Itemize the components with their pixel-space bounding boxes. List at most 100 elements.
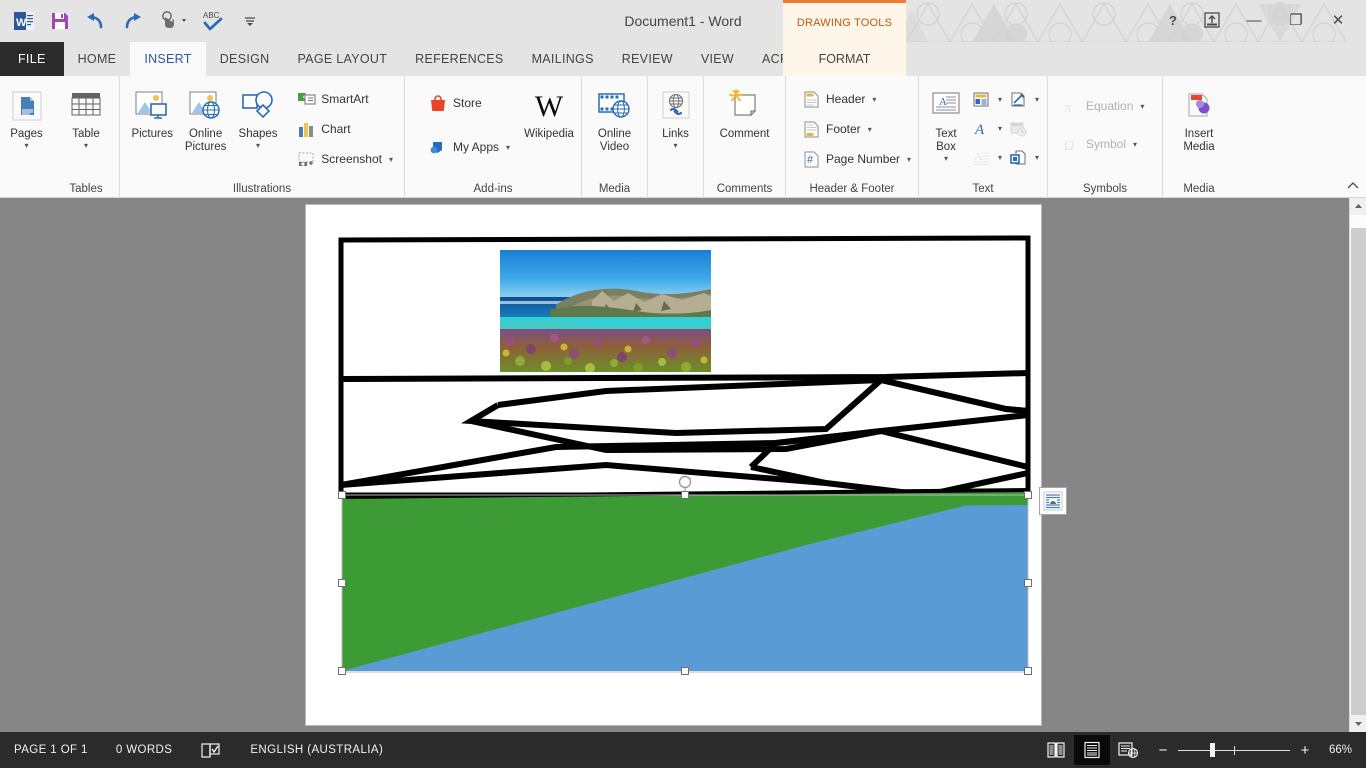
- chevron-down-icon[interactable]: ▾: [256, 141, 260, 150]
- tab-insert[interactable]: INSERT: [130, 42, 206, 76]
- scrollbar-thumb[interactable]: [1351, 228, 1366, 716]
- tab-references-label: REFERENCES: [415, 52, 504, 66]
- word-count[interactable]: 0 WORDS: [102, 732, 186, 768]
- ribbon-display-options-icon[interactable]: [1192, 4, 1232, 36]
- chevron-down-icon[interactable]: ▾: [998, 153, 1002, 162]
- handle-bottom-right: [1024, 667, 1032, 675]
- chevron-down-icon[interactable]: ▾: [944, 154, 948, 163]
- addins-small-buttons: Store My Apps ▾: [423, 83, 515, 161]
- store-button[interactable]: Store: [423, 89, 515, 117]
- pages-button[interactable]: Pages ▾: [6, 83, 47, 150]
- chevron-down-icon[interactable]: ▾: [389, 155, 393, 164]
- tab-references[interactable]: REFERENCES: [401, 42, 517, 76]
- view-web-layout[interactable]: [1110, 735, 1146, 765]
- tab-format[interactable]: FORMAT: [783, 42, 906, 76]
- view-read-mode[interactable]: [1038, 735, 1074, 765]
- screenshot-icon: [296, 149, 316, 169]
- page-number-button-label: Page Number: [826, 152, 901, 166]
- collapse-ribbon-button[interactable]: [1346, 180, 1360, 195]
- tab-file[interactable]: FILE: [0, 42, 64, 76]
- links-button[interactable]: Links ▾: [654, 83, 697, 150]
- chevron-down-icon[interactable]: ▾: [1035, 95, 1039, 104]
- symbol-icon: Ω: [1061, 134, 1081, 154]
- chevron-down-icon[interactable]: ▾: [1140, 102, 1144, 111]
- chevron-down-icon[interactable]: ▾: [868, 125, 872, 134]
- undo-icon[interactable]: [78, 1, 114, 41]
- wikipedia-button[interactable]: W Wikipedia: [523, 83, 575, 141]
- zoom-slider-thumb[interactable]: [1210, 743, 1215, 757]
- zoom-out-button[interactable]: −: [1156, 742, 1170, 759]
- header-button[interactable]: Header ▾: [796, 85, 916, 113]
- tab-design[interactable]: DESIGN: [206, 42, 284, 76]
- language-indicator[interactable]: ENGLISH (AUSTRALIA): [236, 732, 397, 768]
- page-number-button[interactable]: # Page Number ▾: [796, 145, 916, 173]
- scroll-down-button[interactable]: [1350, 715, 1366, 732]
- restore-button[interactable]: ❐: [1276, 4, 1316, 36]
- view-print-layout[interactable]: [1074, 735, 1110, 765]
- scroll-up-button[interactable]: [1350, 198, 1366, 215]
- minimize-button[interactable]: —: [1234, 4, 1274, 36]
- online-pictures-button[interactable]: Online Pictures: [178, 83, 232, 154]
- chevron-down-icon[interactable]: ▾: [1133, 140, 1137, 149]
- shapes-button[interactable]: Shapes ▾: [233, 83, 283, 150]
- tab-home-label: HOME: [77, 52, 117, 66]
- help-icon[interactable]: ?: [1156, 4, 1190, 36]
- chevron-down-icon[interactable]: ▾: [673, 141, 677, 150]
- spelling-icon[interactable]: ABC: [196, 1, 232, 41]
- chevron-down-icon[interactable]: ▾: [872, 95, 876, 104]
- vertical-scrollbar[interactable]: [1349, 198, 1366, 732]
- tab-view[interactable]: VIEW: [687, 42, 748, 76]
- my-apps-button[interactable]: My Apps ▾: [423, 133, 515, 161]
- pictures-button[interactable]: Pictures: [126, 83, 178, 141]
- text-box-button[interactable]: A Text Box ▾: [927, 83, 965, 163]
- minimize-glyph: —: [1246, 11, 1262, 29]
- object-button[interactable]: ▾: [1006, 143, 1041, 171]
- save-icon[interactable]: [42, 1, 78, 41]
- smartart-button[interactable]: SmartArt: [291, 85, 398, 113]
- page-indicator[interactable]: PAGE 1 OF 1: [0, 732, 102, 768]
- tab-mailings-label: MAILINGS: [531, 52, 594, 66]
- close-button[interactable]: ✕: [1318, 4, 1358, 36]
- touch-mode-icon[interactable]: [150, 1, 196, 41]
- chevron-down-icon[interactable]: ▾: [506, 143, 510, 152]
- comment-button[interactable]: Comment: [712, 83, 778, 141]
- zoom-slider[interactable]: [1178, 743, 1290, 757]
- document-page[interactable]: [306, 205, 1041, 725]
- footer-button[interactable]: Footer ▾: [796, 115, 916, 143]
- equation-button[interactable]: π Equation ▾: [1056, 92, 1149, 120]
- tab-page-layout[interactable]: PAGE LAYOUT: [283, 42, 401, 76]
- customize-qat-icon[interactable]: [232, 1, 268, 41]
- zoom-percent[interactable]: 66%: [1322, 744, 1366, 756]
- quick-parts-button[interactable]: ▾: [969, 85, 1004, 113]
- chevron-down-icon[interactable]: ▾: [1035, 153, 1039, 162]
- tab-home[interactable]: HOME: [64, 42, 131, 76]
- selection-handles: [338, 491, 1032, 675]
- screenshot-button[interactable]: Screenshot ▾: [291, 145, 398, 173]
- online-video-button[interactable]: Online Video: [588, 83, 641, 154]
- wordart-button[interactable]: A ▾: [969, 114, 1004, 142]
- drop-cap-button[interactable]: A ▾: [969, 143, 1004, 171]
- document-title-text: Document1 - Word: [624, 13, 742, 29]
- symbol-button[interactable]: Ω Symbol ▾: [1056, 130, 1149, 158]
- proofing-errors-icon[interactable]: [186, 732, 236, 768]
- chevron-down-icon[interactable]: ▾: [998, 124, 1002, 133]
- insert-media-button[interactable]: Insert Media: [1170, 83, 1228, 154]
- tab-review[interactable]: REVIEW: [608, 42, 687, 76]
- redo-icon[interactable]: [114, 1, 150, 41]
- online-video-icon: [596, 87, 634, 125]
- chevron-down-icon[interactable]: ▾: [998, 95, 1002, 104]
- chevron-down-icon[interactable]: ▾: [24, 141, 28, 150]
- contextual-tab-header-label: DRAWING TOOLS: [796, 16, 893, 29]
- quick-access-toolbar: W ABC: [6, 0, 268, 42]
- tab-mailings[interactable]: MAILINGS: [518, 42, 608, 76]
- tab-review-label: REVIEW: [621, 52, 673, 66]
- chevron-down-icon[interactable]: ▾: [84, 141, 88, 150]
- date-time-button[interactable]: [1006, 114, 1030, 142]
- signature-line-button[interactable]: ▾: [1006, 85, 1041, 113]
- chevron-down-icon[interactable]: ▾: [907, 155, 911, 164]
- table-button[interactable]: Table ▾: [59, 83, 113, 150]
- word-logo-icon[interactable]: W: [6, 1, 42, 41]
- zoom-in-button[interactable]: +: [1298, 742, 1312, 759]
- chart-button[interactable]: Chart: [291, 115, 398, 143]
- layout-options-button[interactable]: [1039, 487, 1067, 515]
